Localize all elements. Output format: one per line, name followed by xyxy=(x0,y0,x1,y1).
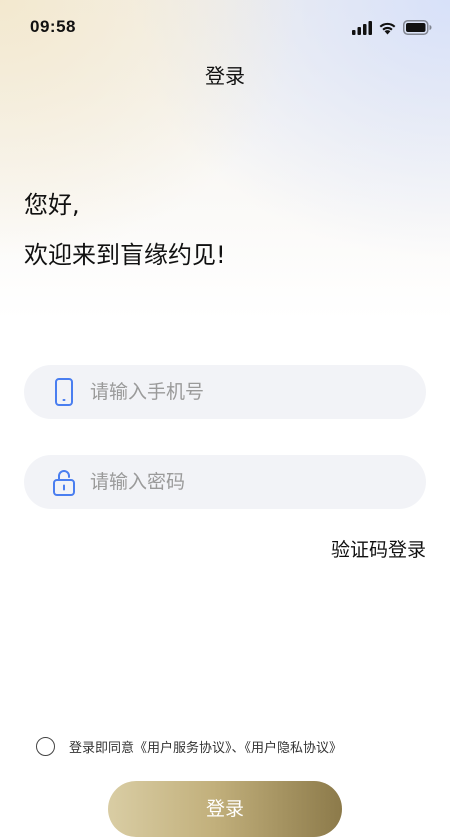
agreement-text: 登录即同意《用户服务协议》、《用户隐私协议》 xyxy=(69,737,342,756)
phone-field[interactable] xyxy=(24,365,426,419)
agreement-row: 登录即同意《用户服务协议》、《用户隐私协议》 xyxy=(36,735,342,757)
phone-icon xyxy=(55,378,73,406)
page-title: 登录 xyxy=(205,64,245,88)
login-button[interactable]: 登录 xyxy=(108,781,342,837)
code-login-link[interactable]: 验证码登录 xyxy=(331,535,426,562)
privacy-agreement-link[interactable]: 《用户隐私协议》 xyxy=(245,741,343,756)
greeting: 您好, 欢迎来到盲缘约见! xyxy=(24,180,226,280)
user-service-agreement-link[interactable]: 《用户服务协议》 xyxy=(134,741,232,756)
status-time: 09:58 xyxy=(30,17,76,36)
wifi-icon xyxy=(379,22,396,35)
password-input[interactable] xyxy=(90,455,410,509)
password-field[interactable] xyxy=(24,455,426,509)
lock-icon xyxy=(53,470,75,496)
agreement-prefix: 登录即同意 xyxy=(69,740,135,756)
status-bar: 09:58 xyxy=(0,0,450,56)
phone-input[interactable] xyxy=(90,365,410,419)
agreement-separator: 、 xyxy=(231,740,245,756)
agreement-radio[interactable] xyxy=(36,736,55,756)
signal-icon xyxy=(352,21,372,35)
greeting-line-2: 欢迎来到盲缘约见! xyxy=(24,241,226,269)
battery-icon xyxy=(403,20,432,35)
greeting-line-1: 您好, xyxy=(24,191,80,219)
